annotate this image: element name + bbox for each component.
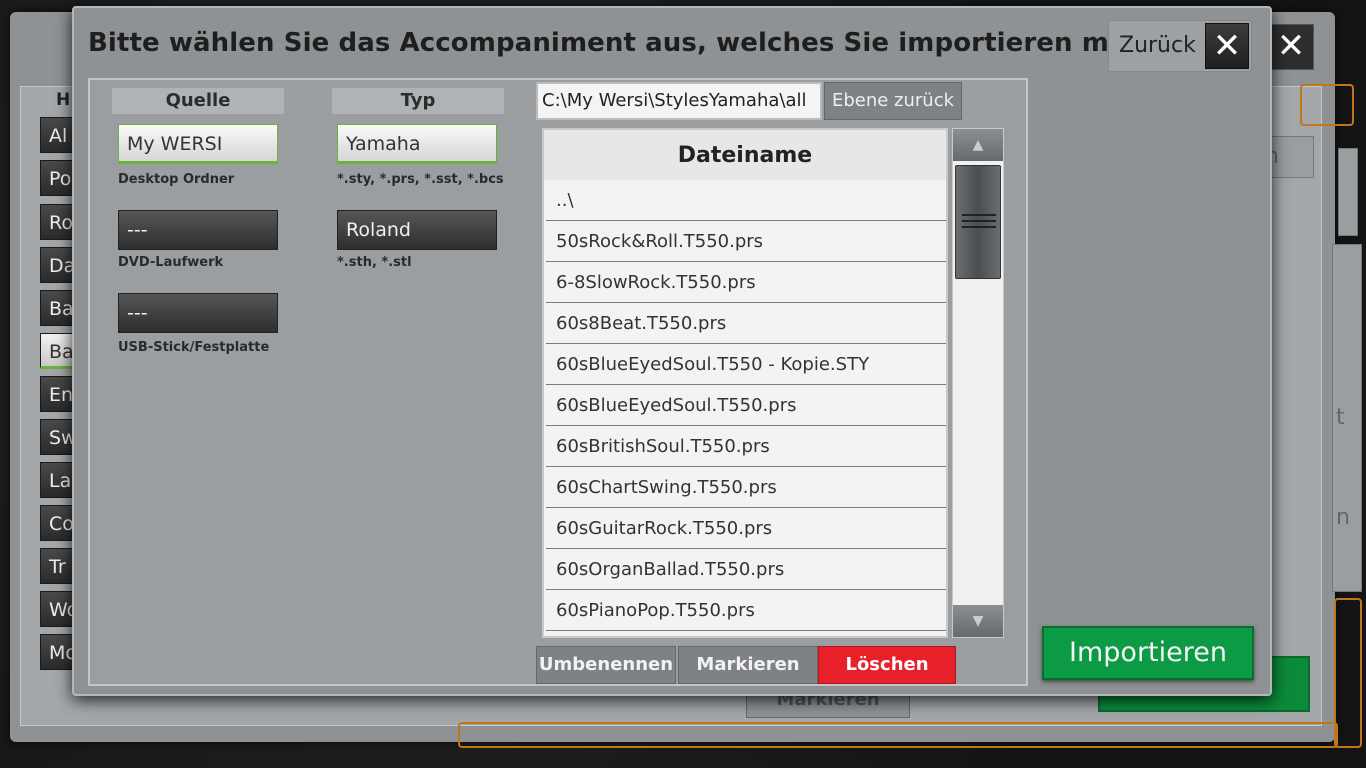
- background-orange-frame: [1300, 84, 1354, 126]
- source-caption-dvd: DVD-Laufwerk: [118, 255, 224, 270]
- background-partial-text: n: [1336, 505, 1350, 530]
- triangle-up-icon[interactable]: ▲: [953, 129, 1003, 161]
- type-button-roland[interactable]: Roland: [337, 210, 497, 250]
- grip-lines-icon: [962, 220, 996, 222]
- background-header-partial: H: [56, 90, 71, 110]
- delete-button[interactable]: Löschen: [818, 646, 956, 684]
- import-button[interactable]: Importieren: [1042, 626, 1254, 680]
- file-list-scrollbar[interactable]: ▲ ▼: [952, 128, 1004, 638]
- background-close-icon[interactable]: ✕: [1268, 24, 1314, 70]
- type-caption-yamaha: *.sty, *.prs, *.sst, *.bcs: [337, 172, 504, 187]
- back-button[interactable]: Zurück ✕: [1108, 20, 1252, 72]
- rename-button[interactable]: Umbenennen: [536, 646, 676, 684]
- dialog-title: Bitte wählen Sie das Accompaniment aus, …: [88, 28, 1220, 58]
- mark-button[interactable]: Markieren: [678, 646, 818, 684]
- content-panel: Quelle My WERSI Desktop Ordner --- DVD-L…: [88, 78, 1028, 686]
- file-row[interactable]: 60sOrganBallad.T550.prs: [546, 549, 946, 590]
- file-row[interactable]: 6-8SlowRock.T550.prs: [546, 262, 946, 303]
- path-up-button[interactable]: Ebene zurück: [824, 82, 962, 120]
- import-dialog: Bitte wählen Sie das Accompaniment aus, …: [72, 6, 1272, 696]
- back-button-label: Zurück: [1119, 33, 1196, 58]
- scroll-thumb[interactable]: [955, 165, 1001, 279]
- background-partial-text: t: [1336, 405, 1345, 430]
- file-row[interactable]: 60s8Beat.T550.prs: [546, 303, 946, 344]
- background-partial-panel: [1338, 148, 1358, 236]
- grip-lines-icon: [962, 214, 996, 216]
- background-orange-frame: [1334, 598, 1362, 748]
- source-button-my-wersi[interactable]: My WERSI: [118, 124, 278, 164]
- path-field[interactable]: C:\My Wersi\StylesYamaha\all: [536, 82, 822, 120]
- source-caption-usb: USB-Stick/Festplatte: [118, 340, 270, 355]
- type-caption-roland: *.sth, *.stl: [337, 255, 412, 270]
- file-row[interactable]: ..\: [546, 180, 946, 221]
- background-orange-frame: [458, 722, 1338, 748]
- triangle-down-icon[interactable]: ▼: [953, 605, 1003, 637]
- file-row[interactable]: 50sRock&Roll.T550.prs: [546, 221, 946, 262]
- grip-lines-icon: [962, 226, 996, 228]
- file-row[interactable]: 60sPianoPop.T550.prs: [546, 590, 946, 631]
- source-column-header: Quelle: [112, 88, 284, 114]
- close-icon[interactable]: ✕: [1205, 23, 1249, 69]
- source-button-dvd[interactable]: ---: [118, 210, 278, 250]
- file-list: Dateiname ..\ 50sRock&Roll.T550.prs 6-8S…: [542, 128, 948, 638]
- file-row[interactable]: 60sGuitarRock.T550.prs: [546, 508, 946, 549]
- file-row[interactable]: 60sBlueEyedSoul.T550 - Kopie.STY: [546, 344, 946, 385]
- file-row[interactable]: 60sBritishSoul.T550.prs: [546, 426, 946, 467]
- type-column-header: Typ: [332, 88, 504, 114]
- type-button-yamaha[interactable]: Yamaha: [337, 124, 497, 164]
- file-row[interactable]: 60sChartSwing.T550.prs: [546, 467, 946, 508]
- file-row[interactable]: 60sBlueEyedSoul.T550.prs: [546, 385, 946, 426]
- source-caption-desktop: Desktop Ordner: [118, 172, 235, 187]
- source-button-usb[interactable]: ---: [118, 293, 278, 333]
- file-list-header: Dateiname: [544, 130, 946, 180]
